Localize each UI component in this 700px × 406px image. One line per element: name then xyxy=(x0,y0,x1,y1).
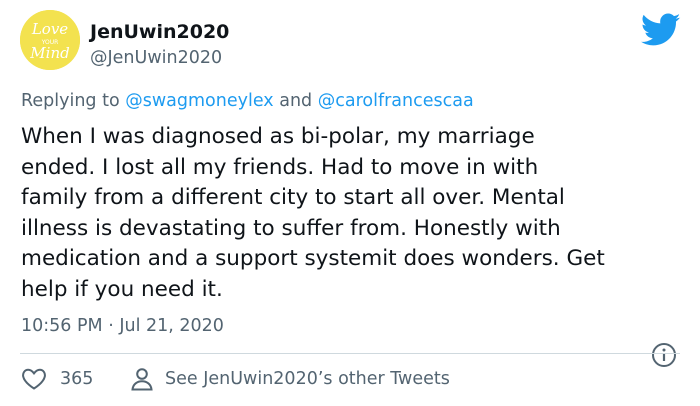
avatar-logo: Love YOUR Mind xyxy=(20,10,80,70)
display-name[interactable]: JenUwin2020 xyxy=(90,21,229,43)
info-icon[interactable] xyxy=(651,342,677,368)
tweet-text: When I was diagnosed as bi-polar, my mar… xyxy=(21,124,605,302)
mention-link[interactable]: @carolfrancescaa xyxy=(318,91,474,111)
avatar[interactable]: Love YOUR Mind xyxy=(20,10,80,70)
other-tweets-link[interactable]: See JenUwin2020’s other Tweets xyxy=(165,369,450,389)
heart-icon[interactable] xyxy=(21,367,47,391)
divider xyxy=(20,353,680,354)
person-icon[interactable] xyxy=(130,366,154,392)
replying-to: Replying to @swagmoneylex and @carolfran… xyxy=(21,91,474,111)
tweet-timestamp[interactable]: 10:56 PM · Jul 21, 2020 xyxy=(21,316,224,336)
like-count[interactable]: 365 xyxy=(60,369,93,389)
twitter-bird-icon[interactable] xyxy=(641,13,681,47)
replying-joiner: and xyxy=(273,91,318,111)
user-handle[interactable]: @JenUwin2020 xyxy=(90,48,222,68)
tweet-card: Love YOUR Mind JenUwin2020 @JenUwin2020 … xyxy=(0,0,700,406)
svg-text:Love: Love xyxy=(31,20,68,38)
svg-text:Mind: Mind xyxy=(29,44,69,62)
replying-prefix: Replying to xyxy=(21,91,126,111)
mention-link[interactable]: @swagmoneylex xyxy=(125,91,273,111)
